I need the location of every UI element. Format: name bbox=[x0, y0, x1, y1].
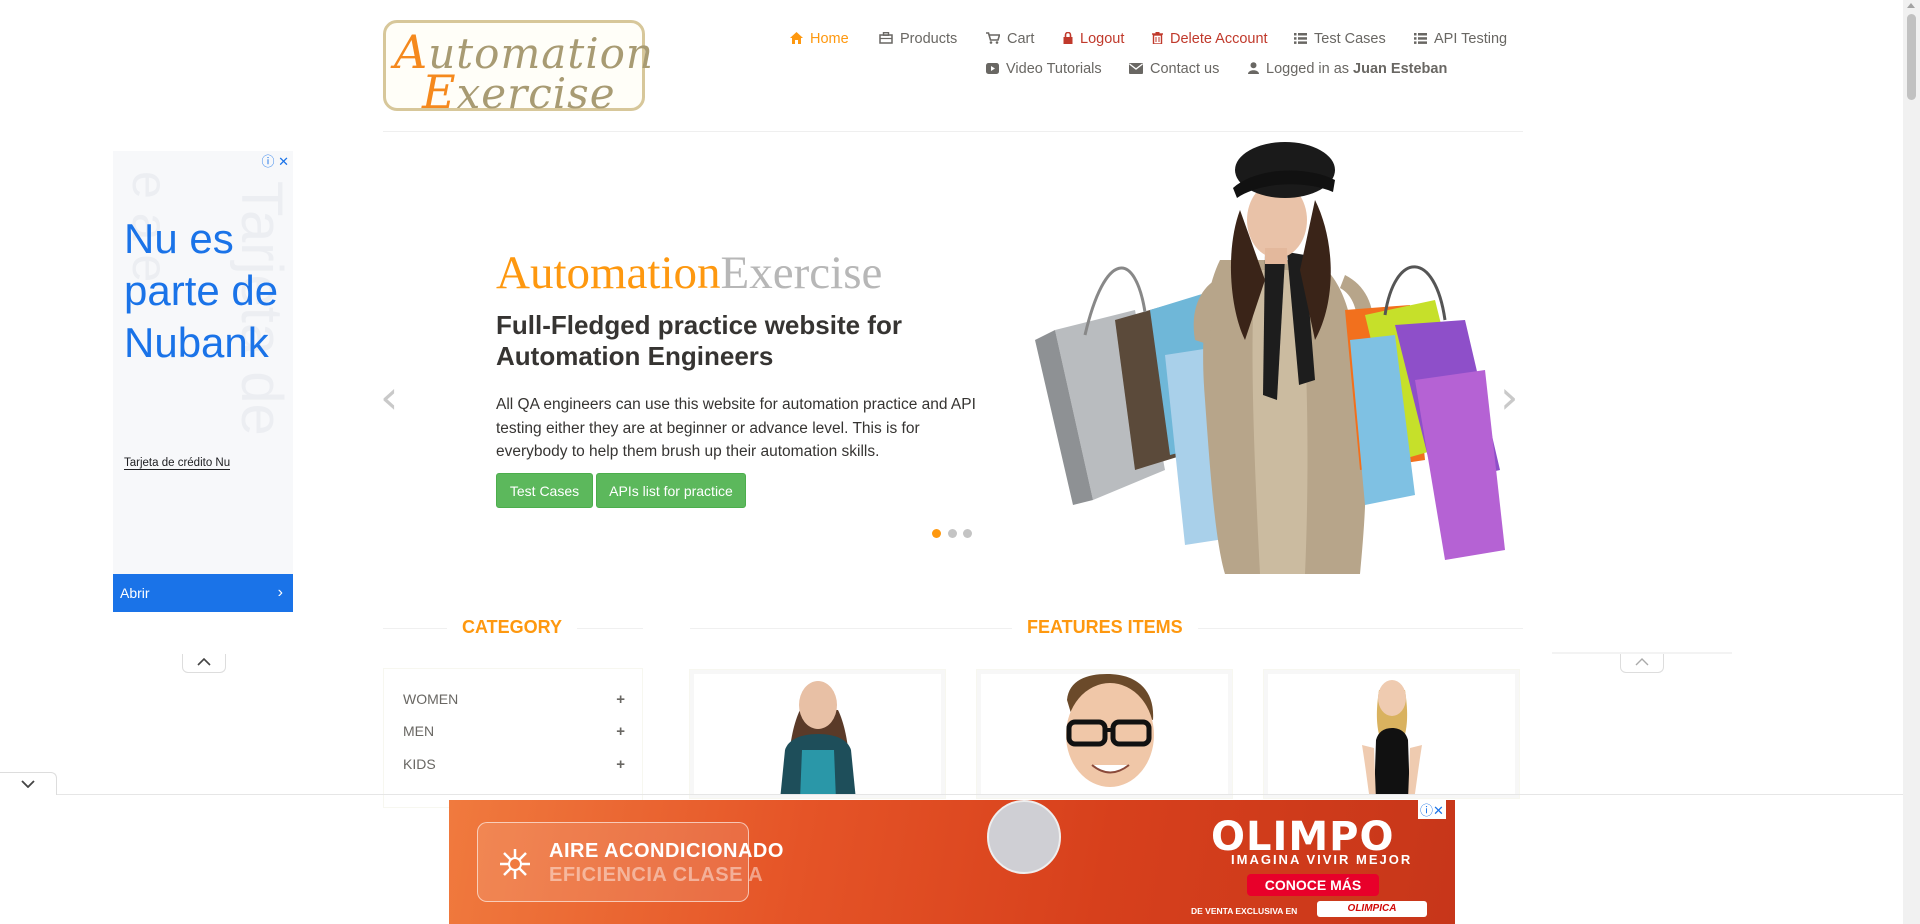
nav-cart[interactable]: Cart bbox=[986, 31, 1034, 47]
home-icon bbox=[790, 31, 803, 47]
ad-tagline: IMAGINA VIVIR MEJOR bbox=[1231, 852, 1413, 867]
page-scrollbar[interactable] bbox=[1903, 0, 1920, 924]
sticky-ad-divider bbox=[0, 794, 1903, 795]
ad-open-label: Abrir bbox=[120, 585, 150, 601]
chevron-up-icon bbox=[197, 657, 211, 666]
nav-api-testing-label: API Testing bbox=[1434, 31, 1508, 47]
youtube-icon bbox=[986, 62, 999, 77]
nav-home-label: Home bbox=[810, 31, 849, 47]
nav-logged-in[interactable]: Logged in as Juan Esteban bbox=[1248, 61, 1447, 77]
ad-open-button[interactable]: Abrir › bbox=[113, 574, 293, 612]
nav-test-cases-label: Test Cases bbox=[1314, 31, 1386, 47]
product-card[interactable] bbox=[689, 669, 946, 799]
cart-icon bbox=[986, 31, 1001, 47]
chevron-right-icon: › bbox=[277, 584, 283, 601]
list-icon bbox=[1414, 32, 1427, 47]
nav-video-tutorials-label: Video Tutorials bbox=[1006, 61, 1102, 77]
product-card[interactable] bbox=[976, 669, 1233, 799]
ad-store-logo: OLIMPICA bbox=[1317, 901, 1427, 917]
nav-test-cases[interactable]: Test Cases bbox=[1294, 31, 1386, 47]
hero-title: Full-Fledged practice website for Automa… bbox=[496, 310, 902, 371]
logo-line-2: Exercise bbox=[422, 65, 616, 119]
card-frame bbox=[977, 670, 1232, 798]
ad-info-close-icon[interactable]: ⓘ ✕ bbox=[261, 151, 289, 170]
features-items-title: FEATURES ITEMS bbox=[1012, 617, 1198, 638]
logo-cap-e: E bbox=[422, 65, 457, 119]
left-ad-collapse-button[interactable] bbox=[182, 654, 226, 673]
slider-dot-1[interactable] bbox=[932, 529, 941, 538]
nav-video-tutorials[interactable]: Video Tutorials bbox=[986, 61, 1102, 77]
category-label: WOMEN bbox=[403, 691, 459, 707]
hero-brand-exercise: Exercise bbox=[720, 247, 883, 299]
nav-contact-us-label: Contact us bbox=[1150, 61, 1220, 77]
nav-delete-account-label: Delete Account bbox=[1170, 31, 1268, 47]
trash-icon bbox=[1152, 31, 1163, 47]
ad-info-close-icon[interactable]: ⓘ✕ bbox=[1418, 800, 1446, 819]
user-icon bbox=[1248, 61, 1259, 77]
plus-icon[interactable]: + bbox=[616, 723, 625, 740]
ad-cta-button[interactable]: CONOCE MÁS bbox=[1247, 874, 1379, 896]
nav-logout-label: Logout bbox=[1080, 31, 1125, 47]
slider-prev-arrow[interactable]: ‹ bbox=[380, 370, 398, 424]
ad-line-1: AIRE ACONDICIONADO bbox=[549, 840, 784, 862]
plus-icon[interactable]: + bbox=[616, 756, 625, 773]
ad-subtitle[interactable]: Tarjeta de crédito Nu bbox=[124, 457, 231, 470]
scrollbar-thumb[interactable] bbox=[1907, 14, 1916, 100]
hero-image-woman-shopping-bags bbox=[1035, 142, 1505, 574]
product-card[interactable] bbox=[1263, 669, 1520, 799]
ad-exclusive-text: DE VENTA EXCLUSIVA EN bbox=[1191, 906, 1298, 916]
slider-dot-2[interactable] bbox=[948, 529, 957, 538]
slider-dot-3[interactable] bbox=[963, 529, 972, 538]
category-label: KIDS bbox=[403, 756, 436, 772]
hero-test-cases-label: Test Cases bbox=[509, 482, 580, 499]
logged-in-username: Juan Esteban bbox=[1353, 61, 1448, 77]
ad-product-image bbox=[987, 800, 1061, 874]
logo-text-2: xercise bbox=[456, 69, 616, 118]
card-frame bbox=[690, 670, 945, 798]
plus-icon[interactable]: + bbox=[616, 691, 625, 708]
nav-products-label: Products bbox=[900, 31, 958, 47]
list-icon bbox=[1294, 32, 1307, 47]
hero-test-cases-button[interactable]: Test Cases bbox=[496, 473, 593, 508]
nav-logout[interactable]: Logout bbox=[1063, 31, 1124, 47]
hero-apis-list-button[interactable]: APIs list for practice bbox=[596, 473, 746, 508]
hero-brand: AutomationExercise bbox=[496, 246, 882, 300]
lock-icon bbox=[1063, 31, 1073, 47]
category-panel: WOMEN + MEN + KIDS + bbox=[383, 668, 643, 808]
ad-line-2: EFICIENCIA CLASE A bbox=[549, 864, 764, 886]
hero-description: All QA engineers can use this website fo… bbox=[496, 396, 976, 460]
nav-api-testing[interactable]: API Testing bbox=[1414, 31, 1507, 47]
snowflake-icon bbox=[500, 849, 530, 879]
bottom-ad-banner[interactable]: AIRE ACONDICIONADO EFICIENCIA CLASE A OL… bbox=[449, 800, 1455, 924]
left-ad-banner[interactable]: Tarjeta de e a e ⓘ ✕ Nu es parte de Nuba… bbox=[113, 151, 293, 612]
chevron-down-icon bbox=[21, 780, 35, 789]
nav-home[interactable]: Home bbox=[790, 31, 849, 47]
sticky-ad-toggle[interactable] bbox=[0, 772, 57, 795]
site-logo[interactable]: Automation Exercise bbox=[383, 20, 653, 119]
logged-in-prefix: Logged in as bbox=[1266, 61, 1350, 77]
category-item-women[interactable]: WOMEN + bbox=[403, 691, 625, 708]
hero-apis-list-label: APIs list for practice bbox=[609, 482, 733, 499]
right-ad-collapse-button[interactable] bbox=[1620, 654, 1664, 673]
header-divider bbox=[383, 131, 1523, 132]
category-label: MEN bbox=[403, 723, 435, 739]
scroll-up-arrow[interactable] bbox=[1907, 3, 1915, 8]
nav-contact-us[interactable]: Contact us bbox=[1129, 61, 1219, 77]
category-item-kids[interactable]: KIDS + bbox=[403, 756, 625, 773]
ad-headline: Nu es parte de Nubank bbox=[124, 215, 279, 366]
category-item-men[interactable]: MEN + bbox=[403, 723, 625, 740]
card-frame bbox=[1264, 670, 1519, 798]
nav-cart-label: Cart bbox=[1007, 31, 1035, 47]
envelope-icon bbox=[1129, 62, 1143, 77]
chevron-up-icon bbox=[1635, 658, 1649, 666]
nav-products[interactable]: Products bbox=[879, 31, 957, 47]
nav-delete-account[interactable]: Delete Account bbox=[1152, 31, 1268, 47]
hero-brand-automation: Automation bbox=[496, 247, 721, 299]
category-title: CATEGORY bbox=[447, 617, 578, 638]
products-icon bbox=[879, 31, 893, 47]
